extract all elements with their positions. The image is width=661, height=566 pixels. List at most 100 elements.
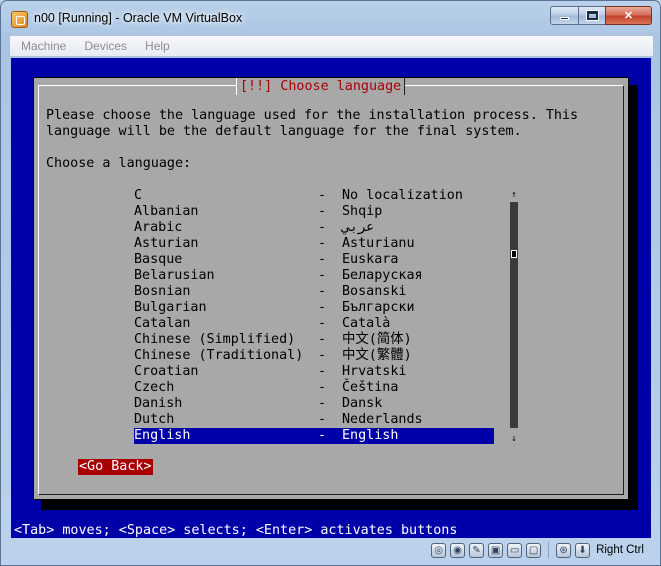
language-option[interactable]: Bosnian - Bosanski (134, 284, 494, 300)
language-option[interactable]: Bulgarian - Български (134, 300, 494, 316)
language-separator-dash: - (318, 428, 327, 443)
language-list[interactable]: C - No localization Albanian - Shqip Arabic - عر… (134, 188, 494, 444)
language-native-name: Nederlands (342, 412, 423, 427)
optical-drive-icon[interactable]: ◉ (450, 542, 466, 558)
language-native-name: عربي (342, 220, 375, 235)
network-icon[interactable]: ⊛ (556, 542, 572, 558)
dialog-title: [!!] Choose language (236, 78, 406, 95)
host-key-label: Right Ctrl (596, 544, 644, 556)
video-capture-icon[interactable]: ▢ (526, 542, 542, 558)
menu-devices[interactable]: Devices (84, 39, 127, 53)
dialog-shadow-right (629, 85, 638, 510)
language-scrollbar[interactable]: ↑ ↓ (509, 188, 519, 444)
language-option[interactable]: Albanian - Shqip (134, 204, 494, 220)
language-name: Asturian (134, 236, 199, 251)
language-option[interactable]: C - No localization (134, 188, 494, 204)
intro-text: Please choose the language used for the … (46, 108, 579, 139)
maximize-icon (586, 11, 598, 20)
go-back-button[interactable]: <Go Back> (78, 459, 153, 475)
language-native-name: No localization (342, 188, 463, 203)
language-separator-dash: - (318, 364, 327, 379)
shared-folders-icon[interactable]: ▣ (488, 542, 504, 558)
scroll-thumb[interactable] (511, 250, 517, 258)
virtualbox-window: n00 [Running] - Oracle VM VirtualBox ✕ M… (0, 0, 661, 566)
language-native-name: Беларуская (342, 268, 423, 283)
language-separator-dash: - (318, 396, 327, 411)
language-option[interactable]: Chinese (Traditional) - 中文(繁體) (134, 348, 494, 364)
status-bar: ◎ ◉ ✎ ▣ ▭ ▢ ⊛ ⬇ Right Ctrl (9, 539, 654, 561)
language-option[interactable]: English - English (134, 428, 494, 444)
language-name: English (134, 428, 191, 443)
language-prompt: Choose a language: (46, 156, 192, 171)
language-separator-dash: - (318, 300, 327, 315)
language-name: Chinese (Simplified) (134, 332, 296, 347)
language-separator-dash: - (318, 348, 327, 363)
language-separator-dash: - (318, 220, 327, 235)
language-native-name: Dansk (342, 396, 383, 411)
language-native-name: Asturianu (342, 236, 415, 251)
virtualbox-app-icon (11, 11, 28, 28)
language-separator-dash: - (318, 380, 327, 395)
language-native-name: Български (342, 300, 415, 315)
language-name: Bosnian (134, 284, 191, 299)
language-separator-dash: - (318, 316, 327, 331)
language-name: Belarusian (134, 268, 215, 283)
language-option[interactable]: Czech - Čeština (134, 380, 494, 396)
language-separator-dash: - (318, 268, 327, 283)
vm-display[interactable]: [!!] Choose language Please choose the l… (11, 58, 651, 538)
language-option[interactable]: Dutch - Nederlands (134, 412, 494, 428)
language-option[interactable]: Chinese (Simplified) - 中文(简体) (134, 332, 494, 348)
language-native-name: 中文(简体) (342, 332, 412, 347)
language-separator-dash: - (318, 204, 327, 219)
language-option[interactable]: Catalan - Català (134, 316, 494, 332)
language-name: Catalan (134, 316, 191, 331)
language-native-name: Bosanski (342, 284, 407, 299)
language-native-name: 中文(繁體) (342, 348, 412, 363)
language-name: Croatian (134, 364, 199, 379)
language-option[interactable]: Asturian - Asturianu (134, 236, 494, 252)
language-option[interactable]: Danish - Dansk (134, 396, 494, 412)
scroll-down-arrow-icon[interactable]: ↓ (509, 434, 519, 444)
language-native-name: Hrvatski (342, 364, 407, 379)
language-name: Danish (134, 396, 183, 411)
close-button[interactable]: ✕ (605, 6, 652, 25)
language-native-name: Shqip (342, 204, 383, 219)
choose-language-dialog: [!!] Choose language Please choose the l… (33, 77, 629, 500)
mouse-integration-icon[interactable]: ⬇ (575, 542, 591, 558)
scroll-track[interactable] (510, 202, 518, 428)
scroll-up-arrow-icon[interactable]: ↑ (509, 190, 519, 200)
minimize-button[interactable] (550, 6, 579, 25)
language-native-name: Català (342, 316, 391, 331)
language-name: Dutch (134, 412, 175, 427)
language-separator-dash: - (318, 188, 327, 203)
usb-icon[interactable]: ✎ (469, 542, 485, 558)
language-name: Czech (134, 380, 175, 395)
language-native-name: Euskara (342, 252, 399, 267)
menu-help[interactable]: Help (145, 39, 170, 53)
hard-disk-icon[interactable]: ◎ (431, 542, 447, 558)
language-name: Bulgarian (134, 300, 207, 315)
language-option[interactable]: Arabic - عربي (134, 220, 494, 236)
title-bar[interactable]: n00 [Running] - Oracle VM VirtualBox ✕ (1, 1, 660, 34)
language-separator-dash: - (318, 284, 327, 299)
language-separator-dash: - (318, 412, 327, 427)
menu-bar: Machine Devices Help (9, 35, 654, 57)
close-icon: ✕ (623, 10, 634, 22)
language-native-name: Čeština (342, 380, 399, 395)
language-separator-dash: - (318, 332, 327, 347)
language-option[interactable]: Croatian - Hrvatski (134, 364, 494, 380)
minimize-icon (560, 17, 569, 20)
maximize-button[interactable] (578, 6, 606, 25)
language-name: C (134, 188, 143, 203)
language-name: Basque (134, 252, 183, 267)
language-native-name: English (342, 428, 399, 443)
language-option[interactable]: Belarusian - Беларуская (134, 268, 494, 284)
language-separator-dash: - (318, 236, 327, 251)
menu-machine[interactable]: Machine (21, 39, 66, 53)
keyboard-help-line: <Tab> moves; <Space> selects; <Enter> ac… (14, 523, 458, 538)
language-name: Arabic (134, 220, 183, 235)
dialog-shadow-bottom (41, 500, 638, 510)
language-name: Albanian (134, 204, 199, 219)
display-icon[interactable]: ▭ (507, 542, 523, 558)
language-option[interactable]: Basque - Euskara (134, 252, 494, 268)
